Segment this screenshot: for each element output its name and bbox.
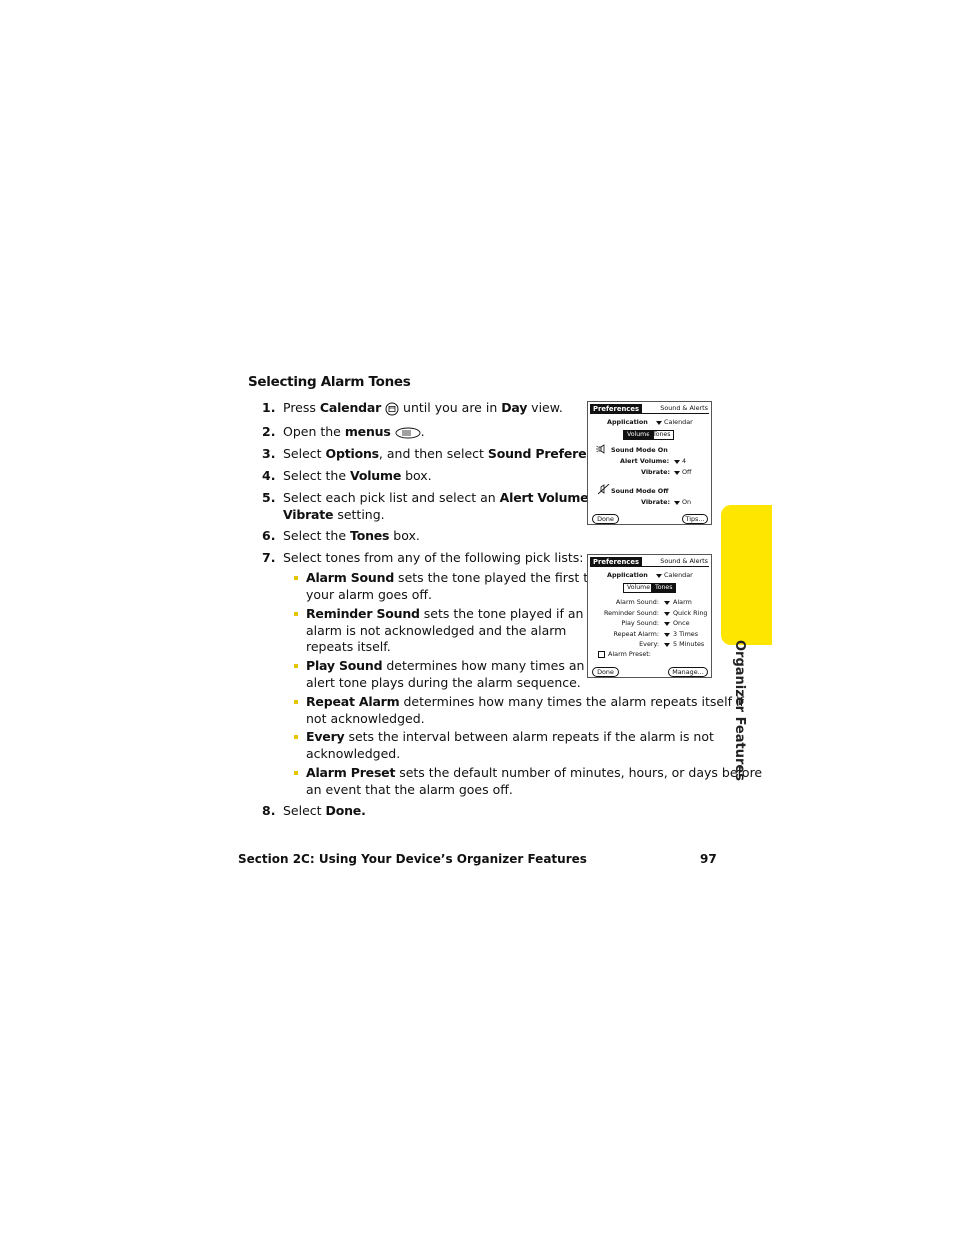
tab-tones: Tones (649, 430, 675, 440)
bullet-marker (294, 664, 298, 668)
screenshot-tones-preferences: Preferences Sound & Alerts Application C… (587, 554, 712, 678)
category-label: Sound & Alerts (660, 404, 708, 412)
bullet-repeat-alarm: Repeat Alarm determines how many times t… (294, 694, 744, 728)
step-text: Select tones from any of the following p… (283, 550, 584, 565)
alarm-sound-label: Alarm Sound: (615, 598, 659, 606)
vibrate-value: Off (682, 468, 692, 476)
dropdown-arrow-icon (664, 611, 670, 616)
tab-tones: Tones (651, 583, 677, 593)
step-text: Open the menus . (283, 424, 425, 439)
step-number: 2. (262, 424, 276, 439)
manage-button: Manage... (668, 667, 708, 677)
title-underline (590, 413, 709, 414)
step-number: 3. (262, 446, 276, 461)
menu-key-icon (395, 427, 421, 438)
bullet-marker (294, 612, 298, 616)
bullet-every: Every sets the interval between alarm re… (294, 729, 714, 763)
title-underline (590, 566, 709, 567)
step-text: Select the Volume box. (283, 468, 432, 483)
vibrate-label: Vibrate: (641, 468, 671, 476)
application-value: Calendar (664, 418, 693, 426)
bullet-marker (294, 576, 298, 580)
bullet-marker (294, 771, 298, 775)
step-number: 1. (262, 400, 276, 415)
repeat-alarm-value: 3 Times (673, 629, 699, 638)
bullet-alarm-preset: Alarm Preset sets the default number of … (294, 765, 762, 799)
dropdown-arrow-icon (664, 632, 670, 637)
vibrate-off-value: On (682, 498, 692, 506)
step-text: Select Done. (283, 803, 366, 818)
sound-mode-off-label: Sound Mode Off (611, 487, 669, 495)
sound-mode-on-label: Sound Mode On (611, 446, 668, 454)
side-tab-label: Organizer Features (732, 640, 747, 781)
footer-section-title: Section 2C: Using Your Device’s Organize… (238, 852, 587, 866)
bullet-marker (294, 735, 298, 739)
bullet-reminder-sound: Reminder Sound sets the tone played if a… (294, 606, 584, 656)
step-text: Select the Tones box. (283, 528, 420, 543)
every-label: Every: (639, 640, 659, 648)
tab-volume: Volume (623, 583, 655, 593)
alert-volume-label: Alert Volume: (620, 457, 670, 465)
tips-button: Tips... (682, 514, 708, 524)
dropdown-arrow-icon (656, 421, 662, 425)
bullet-marker (294, 700, 298, 704)
step-number: 6. (262, 528, 276, 543)
bullet-play-sound: Play Sound determines how many times an a… (294, 658, 584, 692)
reminder-sound-label: Reminder Sound: (603, 608, 659, 617)
category-label: Sound & Alerts (660, 557, 708, 565)
done-button: Done (592, 514, 619, 524)
dropdown-arrow-icon (664, 601, 670, 605)
step-text: Select each pick list and select an Aler… (283, 490, 616, 522)
page-number: 97 (700, 852, 717, 866)
speaker-icon (596, 444, 605, 454)
step-text: Press Calendar until you are in Day view… (283, 400, 563, 415)
alert-volume-value: 4 (682, 457, 687, 465)
application-value: Calendar (664, 571, 693, 579)
reminder-sound-value: Quick Ring (673, 608, 708, 617)
screenshot-volume-preferences: Preferences Sound & Alerts Application C… (587, 401, 712, 525)
step-number: 4. (262, 468, 276, 483)
step-number: 5. (262, 490, 276, 505)
play-sound-value: Once (673, 619, 690, 627)
dropdown-arrow-icon (656, 574, 662, 578)
every-value: 5 Minutes (673, 640, 705, 648)
play-sound-label: Play Sound: (621, 619, 659, 627)
dropdown-arrow-icon (674, 471, 680, 475)
side-tab: Organizer Features (721, 505, 772, 781)
dropdown-arrow-icon (664, 643, 670, 647)
dropdown-arrow-icon (674, 501, 680, 505)
step-number: 7. (262, 550, 276, 565)
step-5: 5. Select each pick list and select an A… (262, 490, 616, 524)
application-label: Application (607, 571, 648, 579)
alarm-sound-value: Alarm (673, 598, 692, 606)
sound-off-icon (598, 484, 610, 495)
step-text: Select Options, and then select Sound Pr… (283, 446, 622, 461)
done-button: Done (592, 667, 619, 677)
bullet-alarm-sound: Alarm Sound sets the tone played the fir… (294, 570, 611, 604)
vibrate-label: Vibrate: (641, 498, 671, 506)
application-label: Application (607, 418, 648, 426)
dropdown-arrow-icon (674, 460, 680, 464)
alarm-preset-label: Alarm Preset: (608, 650, 651, 658)
section-heading: Selecting Alarm Tones (248, 374, 411, 390)
calendar-key-icon (385, 402, 399, 415)
dropdown-arrow-icon (664, 622, 670, 626)
repeat-alarm-label: Repeat Alarm: (613, 629, 659, 638)
alarm-preset-checkbox (598, 651, 605, 658)
step-number: 8. (262, 803, 276, 818)
